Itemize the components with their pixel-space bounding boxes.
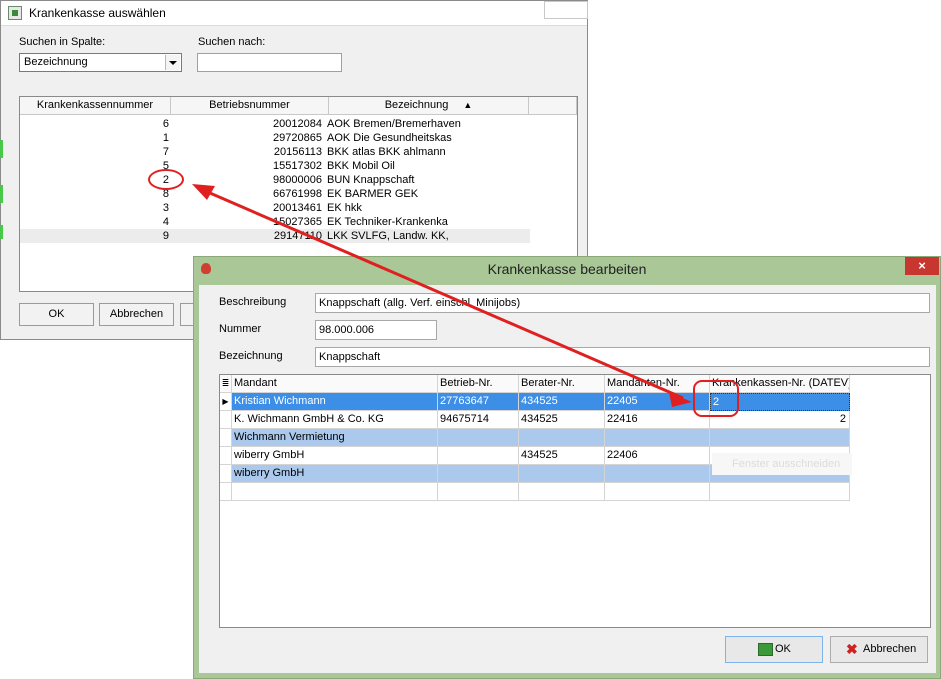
annotation-arrow [192,184,692,407]
